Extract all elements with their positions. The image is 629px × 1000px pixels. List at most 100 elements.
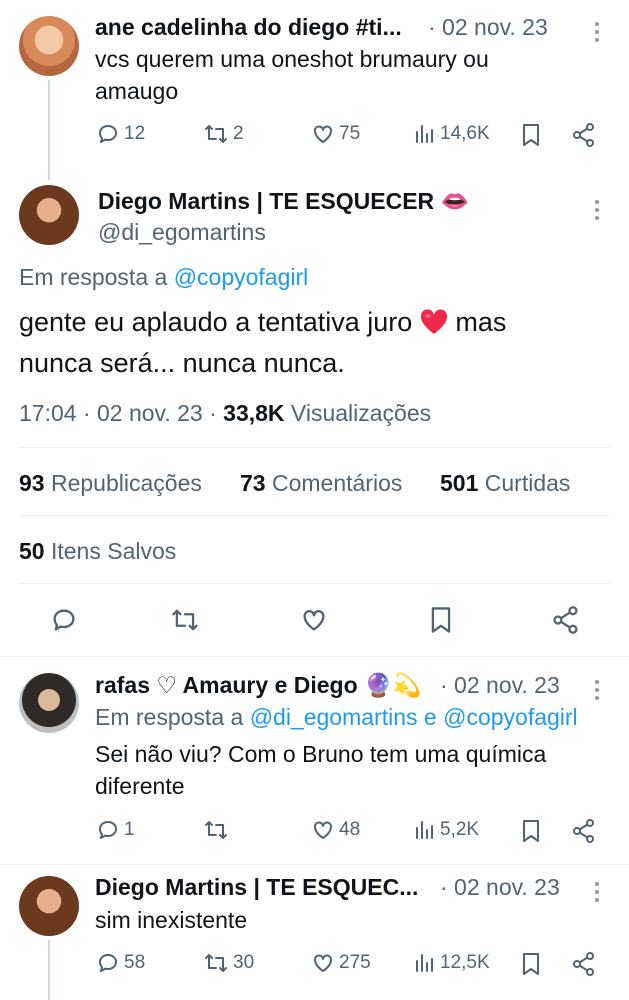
reply-icon — [99, 954, 117, 972]
reply-icon — [99, 125, 117, 143]
tweet-text: Sei não viu? Com o Bruno tem uma química — [95, 741, 547, 767]
likes-count: 501 — [440, 470, 479, 496]
like-button[interactable]: 48 — [311, 818, 360, 842]
divider — [19, 515, 610, 516]
retweet-button[interactable]: 30 — [203, 951, 254, 975]
like-button[interactable] — [300, 606, 328, 634]
tweet-text: diferente — [95, 773, 185, 799]
tweet-timestamp: 17:04 · 02 nov. 23 · 33,8K Visualizações — [19, 400, 431, 427]
tweet-text-part: mas — [455, 307, 507, 337]
share-icon — [573, 952, 594, 976]
reply-to-link[interactable]: @di_egomartins — [250, 704, 418, 730]
retweet-button[interactable] — [203, 818, 233, 842]
likes-label: Curtidas — [484, 470, 571, 496]
like-count: 275 — [339, 952, 371, 973]
bookmark-button[interactable] — [520, 818, 542, 844]
heart-icon — [314, 954, 332, 972]
avatar[interactable] — [19, 876, 79, 936]
tweet-author-name[interactable]: Diego Martins | TE ESQUEC... — [95, 874, 418, 901]
reply-to-link[interactable]: @copyofagirl — [443, 704, 578, 730]
reply-button[interactable] — [50, 606, 78, 634]
reply-context: Em resposta a @copyofagirl — [19, 264, 308, 291]
reply-prefix: Em resposta a — [95, 704, 244, 730]
tweet-author-name[interactable]: ane cadelinha do diego #ti... — [95, 14, 402, 41]
retweet-icon — [172, 609, 198, 631]
more-options-icon[interactable] — [594, 680, 600, 700]
views-count: 14,6K — [440, 123, 490, 144]
retweet-button[interactable] — [170, 606, 200, 634]
more-options-icon[interactable] — [594, 200, 600, 220]
share-icon — [553, 606, 578, 634]
views-button[interactable]: 12,5K — [414, 951, 490, 975]
retweet-button[interactable]: 2 — [203, 122, 244, 146]
tweet-date[interactable]: · 02 nov. 23 — [428, 14, 548, 41]
reply-count: 12 — [124, 123, 146, 144]
lips-emoji: 👄 — [440, 188, 470, 214]
tweet-text: nunca será... nunca nunca. — [19, 348, 345, 378]
divider — [19, 447, 610, 448]
tweet-author-name[interactable]: Diego Martins | TE ESQUECER 👄 — [98, 188, 469, 215]
thread-line — [48, 80, 50, 180]
reply-to-link[interactable]: @copyofagirl — [174, 264, 309, 290]
likes-stat[interactable]: 501 Curtidas — [440, 470, 570, 497]
avatar[interactable] — [19, 16, 79, 76]
divider — [0, 656, 629, 657]
bookmark-icon — [431, 607, 451, 633]
like-count: 48 — [339, 819, 361, 840]
saved-count: 50 — [19, 538, 45, 564]
reply-count: 1 — [124, 819, 135, 840]
saved-label: Itens Salvos — [50, 538, 177, 564]
reply-count: 58 — [124, 952, 146, 973]
reply-and: e — [423, 704, 437, 730]
timestamp-text[interactable]: 17:04 · 02 nov. 23 · — [19, 400, 217, 426]
views-icon — [416, 821, 433, 839]
bookmark-button[interactable] — [520, 951, 542, 977]
avatar[interactable] — [19, 673, 79, 733]
comments-stat[interactable]: 73 Comentários — [240, 470, 402, 497]
more-options-icon[interactable] — [594, 882, 600, 902]
avatar[interactable] — [19, 185, 79, 245]
tweet-date[interactable]: · 02 nov. 23 — [440, 874, 560, 901]
author-name-text: Diego Martins | TE ESQUECER — [98, 188, 435, 214]
bookmark-icon — [523, 953, 539, 975]
retweet-count: 2 — [233, 123, 244, 144]
retweet-icon — [205, 821, 227, 839]
thread-line — [48, 940, 50, 1000]
divider — [19, 583, 610, 584]
bookmark-icon — [523, 124, 539, 146]
reposts-label: Republicações — [50, 470, 202, 496]
reply-button[interactable]: 58 — [96, 951, 145, 975]
more-options-icon[interactable] — [594, 22, 600, 42]
share-button[interactable] — [551, 605, 581, 635]
tweet-author-name[interactable]: rafas ♡ Amaury e Diego 🔮💫 — [95, 672, 421, 699]
retweet-count: 30 — [233, 952, 255, 973]
heart-icon — [303, 610, 325, 631]
divider — [0, 864, 629, 865]
bookmark-button[interactable] — [428, 605, 454, 635]
reply-button[interactable]: 12 — [96, 122, 145, 146]
tweet-date[interactable]: · 02 nov. 23 — [440, 672, 560, 699]
bookmarks-stat[interactable]: 50 Itens Salvos — [19, 538, 176, 565]
tweet-handle[interactable]: @di_egomartins — [98, 219, 266, 246]
like-count: 75 — [339, 123, 361, 144]
share-button[interactable] — [571, 122, 597, 148]
heart-icon — [314, 125, 332, 143]
views-button[interactable]: 14,6K — [414, 122, 490, 146]
share-button[interactable] — [571, 951, 597, 977]
bookmark-button[interactable] — [520, 122, 542, 148]
reply-button[interactable]: 1 — [96, 818, 135, 842]
name-emoji: 🔮💫 — [364, 672, 422, 698]
reply-prefix: Em resposta a — [19, 264, 168, 290]
tweet-text: amaugo — [95, 78, 179, 104]
views-label: Visualizações — [290, 400, 432, 426]
tweet-text: sim inexistente — [95, 907, 248, 933]
share-button[interactable] — [571, 818, 597, 844]
like-button[interactable]: 275 — [311, 951, 371, 975]
reply-icon — [99, 821, 117, 839]
reposts-stat[interactable]: 93 Republicações — [19, 470, 202, 497]
views-count: 12,5K — [440, 952, 490, 973]
views-button[interactable]: 5,2K — [414, 818, 479, 842]
like-button[interactable]: 75 — [311, 122, 360, 146]
views-count: 5,2K — [440, 819, 480, 840]
tweet-text-part: gente eu aplaudo a tentativa juro — [19, 307, 413, 337]
